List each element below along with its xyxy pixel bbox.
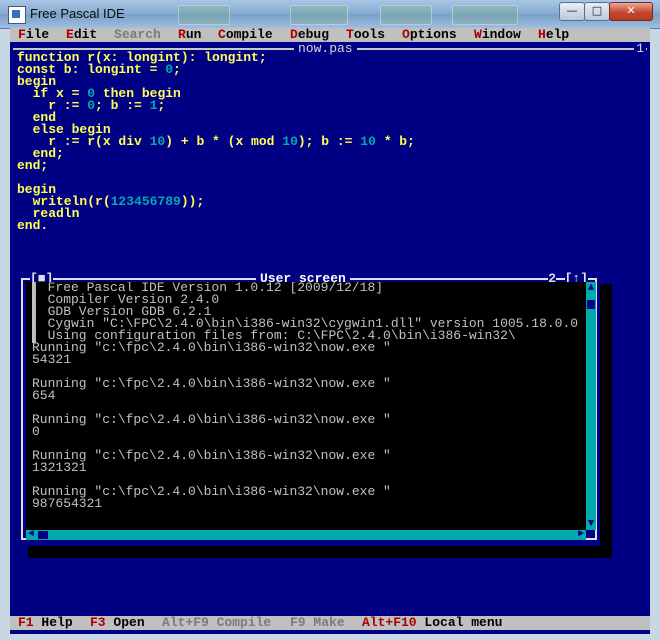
app-window: Free Pascal IDE — □ ✕ File Edit Search Run C… (0, 0, 660, 640)
user-screen-output: ▌ Free Pascal IDE Version 1.0.12 [2009/1… (26, 282, 586, 530)
code-line: r := r(x div 10) + b * (x mod 10); b := … (17, 134, 415, 149)
output-line: Running "c:\fpc\2.4.0\bin\i386-win32\now… (32, 340, 391, 355)
output-line: 54321 (32, 352, 72, 367)
menu-search[interactable]: Search (114, 28, 161, 42)
status-item-f3[interactable]: F3 Open (90, 616, 145, 630)
close-button[interactable]: ✕ (609, 2, 653, 21)
source-code[interactable]: function r(x: longint): longint; const b… (17, 51, 415, 233)
title-bar[interactable]: Free Pascal IDE — □ ✕ (0, 0, 660, 29)
scroll-down-icon[interactable]: ▼ (586, 518, 596, 530)
status-item-alt-f10[interactable]: Alt+F10 Local menu (362, 616, 502, 630)
output-line: Running "c:\fpc\2.4.0\bin\i386-win32\now… (32, 484, 391, 499)
hscroll-thumb[interactable] (38, 531, 48, 539)
background-ghost (290, 5, 348, 25)
code-line: end; (17, 158, 49, 173)
background-ghost (452, 5, 518, 25)
output-line: Running "c:\fpc\2.4.0\bin\i386-win32\now… (32, 376, 391, 391)
menu-options[interactable]: Options (402, 28, 457, 42)
output-line: Running "c:\fpc\2.4.0\bin\i386-win32\now… (32, 412, 391, 427)
menu-bar: File Edit Search Run Compile Debug Tools Option… (10, 28, 650, 42)
menu-debug[interactable]: Debug (290, 28, 329, 42)
status-item-f9[interactable]: F9 Make (290, 616, 345, 630)
output-line: 1321321 (32, 460, 87, 475)
menu-help[interactable]: Help (538, 28, 569, 42)
menu-window[interactable]: Window (474, 28, 521, 42)
window-title: Free Pascal IDE (30, 6, 125, 21)
ide-screen: File Edit Search Run Compile Debug Tools Option… (10, 28, 650, 634)
app-icon (8, 6, 26, 24)
status-bar: F1 Help F3 Open Alt+F9 Compile F9 Make Alt+F… (10, 616, 650, 630)
background-ghost (178, 5, 230, 25)
code-line: end. (17, 218, 49, 233)
scroll-up-icon[interactable]: ▲ (586, 282, 596, 294)
status-item-alt-f9[interactable]: Alt+F9 Compile (162, 616, 271, 630)
scroll-left-icon[interactable]: ◄ (26, 530, 36, 540)
editor-window-number: 1 (634, 41, 646, 56)
scroll-right-icon[interactable]: ► (576, 530, 586, 540)
menu-file[interactable]: File (18, 28, 49, 42)
background-ghost (380, 5, 432, 25)
scroll-thumb[interactable] (587, 300, 595, 309)
menu-run[interactable]: Run (178, 28, 201, 42)
menu-compile[interactable]: Compile (218, 28, 273, 42)
output-text: ▌ Free Pascal IDE Version 1.0.12 [2009/1… (32, 282, 578, 510)
user-screen-window[interactable]: [■] User screen 2 [↑] ▌ Free Pascal IDE … (18, 272, 600, 546)
maximize-button[interactable]: □ (584, 2, 610, 21)
output-line: 0 (32, 424, 40, 439)
output-line: 654 (32, 388, 56, 403)
menu-tools[interactable]: Tools (346, 28, 385, 42)
minimize-button[interactable]: — (559, 2, 585, 21)
menu-edit[interactable]: Edit (66, 28, 97, 42)
vertical-scrollbar[interactable]: ▲ ▼ (586, 282, 596, 530)
horizontal-scrollbar[interactable]: ◄ ► (26, 530, 586, 540)
status-item-f1[interactable]: F1 Help (18, 616, 73, 630)
output-line: Running "c:\fpc\2.4.0\bin\i386-win32\now… (32, 448, 391, 463)
output-line: 987654321 (32, 496, 103, 511)
